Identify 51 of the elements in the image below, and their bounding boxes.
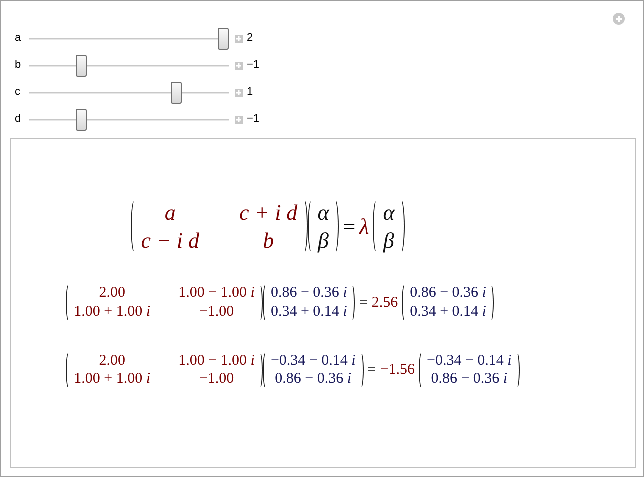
matrix-entry: −0.34 − 0.14 i [426,352,512,370]
matrix-entry: α [318,199,330,226]
slider-value: 1 [247,85,254,100]
matrix-entry: β [318,226,330,254]
matrix-entry: 0.86 − 0.36 i [274,370,353,389]
equals-sign: = [343,213,356,241]
slider[interactable] [29,28,229,50]
equals-sign: = [368,361,376,380]
eigenvalue: λ [360,213,370,241]
plus-icon[interactable] [235,34,243,42]
slider-thumb[interactable] [76,108,88,130]
matrix-entry: 0.86 − 0.36 i [410,284,486,303]
add-icon[interactable] [613,13,625,25]
slider-value: −1 [247,58,260,74]
matrix-entry: c − i d [141,226,200,254]
slider-label: b [15,58,22,74]
matrix-entry: 2.00 [98,352,126,370]
matrix-entry: a [164,199,177,226]
matrix-entry: 2.00 [98,284,126,303]
matrix-entry: α [383,199,395,226]
slider-thumb[interactable] [218,28,229,50]
matrix-entry: 1.00 + 1.00 i [74,370,151,389]
slider[interactable] [29,54,229,76]
matrix-entry: −1.00 [198,370,236,389]
slider[interactable] [29,82,229,104]
slider-label: d [15,112,22,128]
plus-icon[interactable] [235,88,243,96]
eigenvalue: 2.56 [372,294,398,312]
slider-thumb[interactable] [170,82,182,104]
equals-sign: = [359,294,368,312]
matrix-entry: 0.34 + 0.14 i [410,302,486,322]
matrix-entry: 1.00 − 1.00 i [178,352,255,370]
slider-value: 2 [247,31,254,46]
slider-value: −1 [247,112,260,128]
matrix-entry: −0.34 − 0.14 i [270,352,356,370]
matrix-entry: 0.86 − 0.36 i [270,284,348,303]
eigenvalue: −1.56 [380,361,415,380]
matrix-entry: −1.00 [198,302,236,322]
slider-label: a [15,31,22,46]
matrix-entry: c + i d [239,199,298,226]
matrix-entry: b [262,226,276,254]
matrix-entry: 0.34 + 0.14 i [270,302,348,322]
matrix-entry: 0.86 − 0.36 i [430,370,509,389]
plus-icon[interactable] [235,116,243,124]
matrix-entry: β [383,226,395,254]
matrix-entry: 1.00 + 1.00 i [74,302,151,322]
slider-label: c [15,85,22,100]
plus-icon[interactable] [235,62,243,70]
slider[interactable] [29,108,229,130]
slider-thumb[interactable] [76,54,88,76]
matrix-entry: 1.00 − 1.00 i [178,284,255,303]
